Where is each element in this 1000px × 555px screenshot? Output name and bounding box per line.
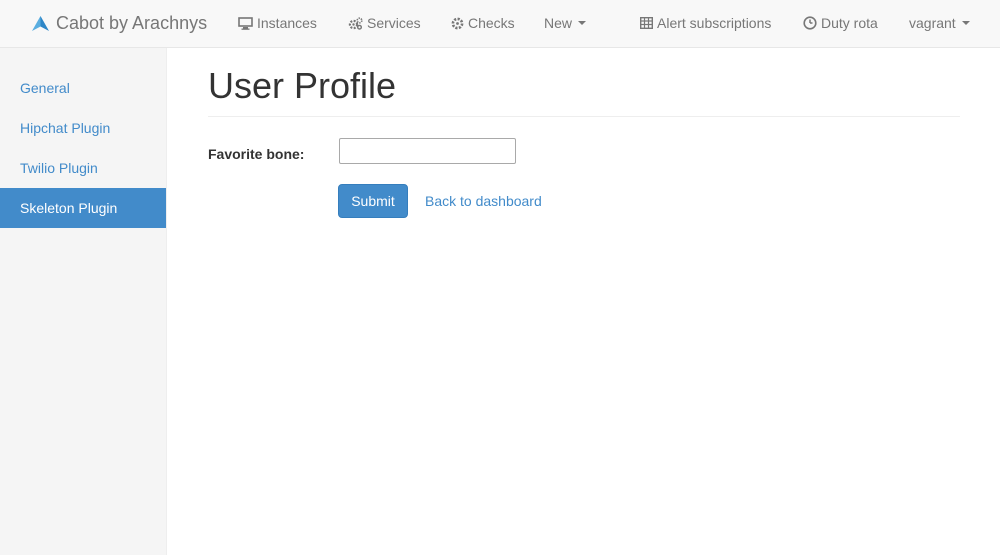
caret-down-icon bbox=[961, 21, 970, 25]
sidebar-item-general[interactable]: General bbox=[0, 68, 166, 108]
nav-alert-subscriptions[interactable]: Alert subscriptions bbox=[640, 0, 771, 46]
cogs-icon bbox=[348, 16, 363, 30]
favorite-bone-label: Favorite bone: bbox=[208, 146, 305, 162]
clock-icon bbox=[803, 16, 817, 30]
nav-new-label: New bbox=[544, 15, 573, 31]
nav-checks-label: Checks bbox=[468, 15, 515, 31]
page-title: User Profile bbox=[208, 65, 397, 106]
sidebar-item-label: Skeleton Plugin bbox=[20, 200, 118, 216]
title-divider bbox=[208, 116, 960, 117]
monitor-icon bbox=[238, 16, 253, 30]
brand-link[interactable]: Cabot by Arachnys bbox=[32, 0, 207, 46]
nav-instances[interactable]: Instances bbox=[238, 0, 317, 46]
favorite-bone-input[interactable] bbox=[339, 138, 516, 164]
cabot-logo-icon bbox=[32, 16, 49, 31]
nav-instances-label: Instances bbox=[257, 15, 317, 31]
sidebar-item-twilio-plugin[interactable]: Twilio Plugin bbox=[0, 148, 166, 188]
top-navbar: Cabot by Arachnys Instances Services Che… bbox=[0, 0, 1000, 48]
nav-duty-rota[interactable]: Duty rota bbox=[803, 0, 878, 46]
nav-alert-subscriptions-label: Alert subscriptions bbox=[657, 15, 772, 31]
sidebar-item-hipchat-plugin[interactable]: Hipchat Plugin bbox=[0, 108, 166, 148]
nav-new-dropdown[interactable]: New bbox=[544, 0, 587, 46]
sidebar-item-label: General bbox=[20, 80, 70, 96]
sidebar-item-label: Hipchat Plugin bbox=[20, 120, 111, 136]
nav-checks[interactable]: Checks bbox=[451, 0, 515, 46]
cog-icon bbox=[451, 17, 464, 30]
back-to-dashboard-link[interactable]: Back to dashboard bbox=[425, 192, 542, 210]
nav-services[interactable]: Services bbox=[348, 0, 421, 46]
nav-user-label: vagrant bbox=[909, 15, 956, 31]
brand-name: Cabot by Arachnys bbox=[56, 12, 208, 33]
nav-user-dropdown[interactable]: vagrant bbox=[909, 0, 970, 46]
sidebar: General Hipchat Plugin Twilio Plugin Ske… bbox=[0, 48, 167, 555]
table-icon bbox=[640, 17, 653, 29]
submit-button[interactable]: Submit bbox=[338, 184, 408, 218]
nav-services-label: Services bbox=[367, 15, 421, 31]
sidebar-item-skeleton-plugin[interactable]: Skeleton Plugin bbox=[0, 188, 166, 228]
nav-duty-rota-label: Duty rota bbox=[821, 15, 878, 31]
sidebar-item-label: Twilio Plugin bbox=[20, 160, 98, 176]
caret-down-icon bbox=[578, 21, 587, 25]
